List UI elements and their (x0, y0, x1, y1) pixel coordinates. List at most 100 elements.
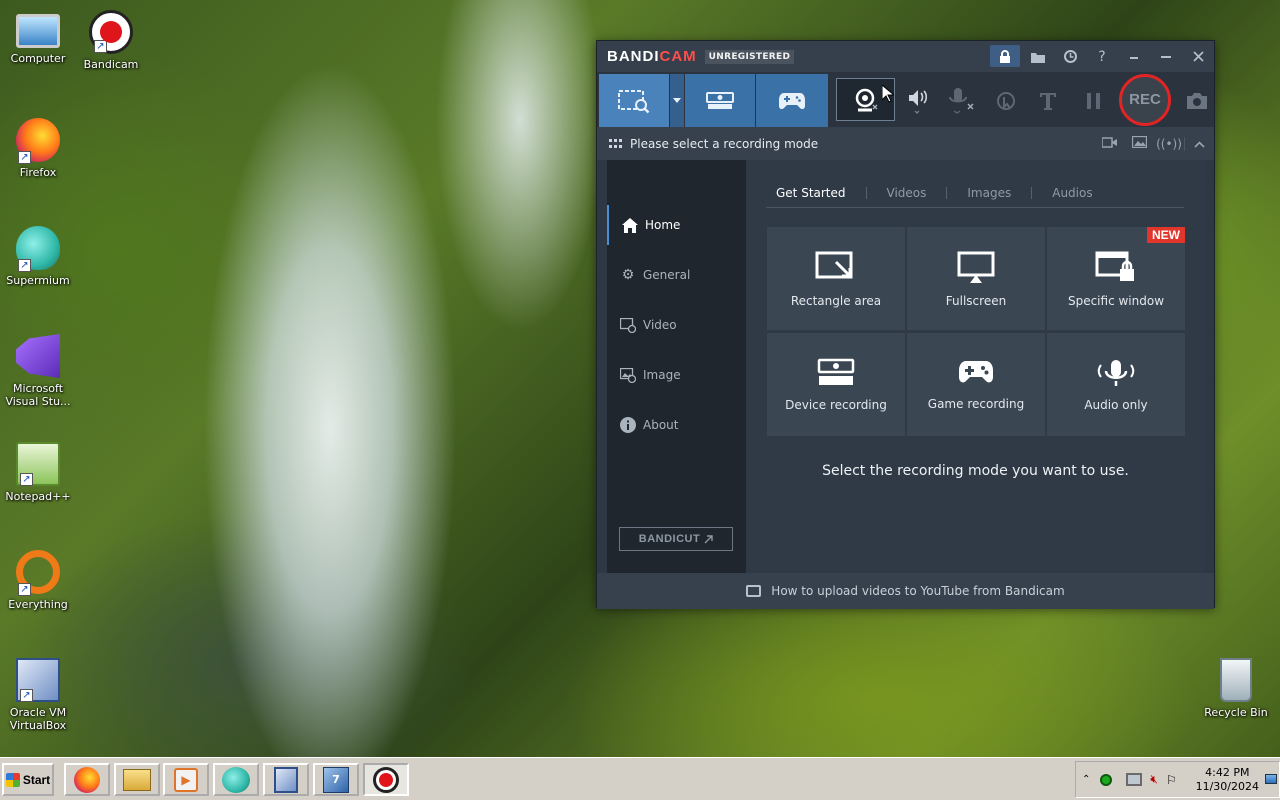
game-mode-button[interactable] (756, 74, 828, 127)
screenshot-button[interactable] (1180, 74, 1214, 127)
tab-divider (946, 186, 948, 199)
chat-bubble-icon (746, 585, 762, 597)
taskbar-firefox[interactable] (64, 763, 110, 796)
title-bar[interactable]: BANDICAM UNREGISTERED ? (597, 41, 1214, 72)
video-camera-icon[interactable] (1094, 136, 1124, 151)
chevron-up-icon[interactable] (1184, 136, 1214, 151)
tab-images[interactable]: Images (957, 186, 1021, 200)
sidebar-item-general[interactable]: ⚙ General (607, 255, 746, 295)
help-icon[interactable]: ? (1086, 41, 1118, 72)
tile-specific-window[interactable]: NEW Specific window (1047, 227, 1185, 330)
pause-button[interactable] (1077, 74, 1111, 127)
sidebar-item-label: About (643, 418, 679, 432)
home-content: Get Started Videos Images Audios Rectang… (746, 160, 1205, 573)
desktop-icon-recycle-bin[interactable]: Recycle Bin (1198, 658, 1274, 719)
history-icon[interactable] (1054, 41, 1086, 72)
cursor-effect-button[interactable] (989, 74, 1023, 127)
desktop-icon-everything[interactable]: ↗ Everything (0, 550, 76, 611)
show-desktop-icon[interactable] (1265, 774, 1277, 784)
microphone-icon (1097, 359, 1135, 386)
sidebar-item-video[interactable]: Video (607, 305, 746, 345)
desktop-icon-label: Oracle VM VirtualBox (9, 706, 67, 732)
network-icon[interactable] (1126, 773, 1143, 786)
mode-dropdown-button[interactable] (670, 74, 684, 127)
sidebar-item-label: Home (645, 218, 681, 232)
unregistered-badge[interactable]: UNREGISTERED (704, 49, 795, 64)
device-mode-button[interactable] (685, 74, 755, 127)
select-mode-hint: Select the recording mode you want to us… (822, 463, 1129, 479)
sidebar-item-home[interactable]: Home (607, 205, 746, 245)
tray-expand-icon[interactable]: ⌃ (1082, 774, 1090, 785)
text-overlay-button[interactable] (1031, 74, 1065, 127)
picture-icon[interactable] (1124, 135, 1154, 151)
shortcut-arrow-icon: ↗ (18, 151, 31, 164)
home-icon (621, 216, 639, 234)
footer-news-bar[interactable]: How to upload videos to YouTube from Ban… (597, 573, 1214, 609)
desktop-icon-label: Notepad++ (5, 490, 71, 503)
footer-link[interactable]: How to upload videos to YouTube from Ban… (771, 584, 1064, 598)
start-label: Start (22, 772, 51, 787)
bandicam-logo: BANDICAM (607, 48, 697, 65)
tile-rectangle-area[interactable]: Rectangle area (767, 227, 905, 330)
shortcut-arrow-icon: ↗ (20, 689, 33, 702)
lock-icon[interactable] (990, 45, 1020, 67)
microphone-button[interactable] (943, 74, 977, 127)
tile-game-recording[interactable]: Game recording (907, 333, 1045, 436)
virtualbox-icon (274, 766, 298, 793)
record-button[interactable]: REC (1116, 72, 1174, 127)
content-tabs: Get Started Videos Images Audios (766, 178, 1184, 208)
collapse-icon[interactable] (1118, 41, 1150, 72)
shortcut-arrow-icon: ↗ (20, 473, 33, 486)
speaker-button[interactable] (901, 74, 935, 127)
close-icon[interactable] (1182, 41, 1214, 72)
bandicam-window: BANDICAM UNREGISTERED ? REC Please selec… (596, 40, 1215, 609)
windows-logo-icon (5, 772, 20, 787)
tab-get-started[interactable]: Get Started (766, 186, 856, 200)
action-center-flag-icon[interactable]: ⚐ (1166, 773, 1177, 787)
start-button[interactable]: Start (2, 763, 54, 796)
tile-label: Audio only (1084, 397, 1148, 412)
image-settings-icon (619, 366, 637, 384)
bandicut-button[interactable]: BANDICUT (619, 527, 733, 551)
desktop-icon-firefox[interactable]: ↗ Firefox (0, 118, 76, 179)
desktop-icon-bandicam[interactable]: ↗ Bandicam (73, 10, 149, 71)
gear-icon: ⚙ (621, 267, 635, 283)
taskbar-file-explorer[interactable] (114, 763, 160, 796)
rectangle-mode-button[interactable] (599, 74, 669, 127)
desktop-icon-label: Computer (10, 52, 66, 65)
sidebar-item-about[interactable]: About (607, 405, 746, 445)
taskbar-supermium[interactable] (213, 763, 259, 796)
bandicam-tray-icon[interactable] (1100, 773, 1113, 786)
taskbar-bandicam[interactable] (363, 763, 409, 796)
tile-audio-only[interactable]: Audio only (1047, 333, 1185, 436)
tile-label: Rectangle area (790, 293, 882, 308)
tab-divider (1031, 186, 1033, 199)
desktop-icon-visual-studio[interactable]: Microsoft Visual Stu... (0, 334, 76, 408)
sidebar-item-label: Video (643, 318, 677, 332)
tile-fullscreen[interactable]: Fullscreen (907, 227, 1045, 330)
tile-device-recording[interactable]: Device recording (767, 333, 905, 436)
tab-audios[interactable]: Audios (1042, 186, 1102, 200)
taskbar-media-player[interactable]: ▶ (163, 763, 209, 796)
desktop-icon-notepad-plus-plus[interactable]: ↗ Notepad++ (0, 442, 76, 503)
toolbar: REC (597, 72, 1214, 127)
desktop-icon-virtualbox[interactable]: ↗ Oracle VM VirtualBox (0, 658, 76, 732)
new-badge: NEW (1147, 227, 1185, 243)
broadcast-icon[interactable]: ((•)) (1154, 137, 1184, 151)
gamepad-icon (779, 92, 805, 109)
desktop-icon-computer[interactable]: Computer (0, 10, 76, 65)
tab-videos[interactable]: Videos (877, 186, 937, 200)
desktop-icon-label: Firefox (19, 166, 57, 179)
desktop-icon-label: Microsoft Visual Stu... (5, 382, 71, 408)
taskbar-virtualbox[interactable] (263, 763, 309, 796)
clock[interactable]: 4:42 PM 11/30/2024 (1196, 766, 1259, 794)
sidebar-item-image[interactable]: Image (607, 355, 746, 395)
taskbar-system-tool[interactable]: 7 (313, 763, 359, 796)
minimize-icon[interactable] (1150, 41, 1182, 72)
firefox-icon (74, 766, 100, 793)
recording-mode-bar: Please select a recording mode ((•)) (597, 127, 1214, 160)
desktop-icon-supermium[interactable]: ↗ Supermium (0, 226, 76, 287)
tile-label: Fullscreen (945, 293, 1007, 308)
volume-muted-icon[interactable]: 🔇︎ (1150, 772, 1158, 787)
folder-icon[interactable] (1022, 41, 1054, 72)
